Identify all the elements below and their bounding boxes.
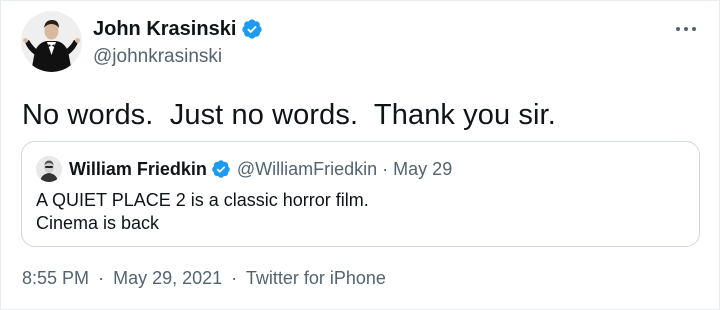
tweet-footer: 8:55 PM · May 29, 2021 · Twitter for iPh… bbox=[22, 267, 386, 289]
quoted-separator: · bbox=[382, 159, 389, 179]
quoted-author-avatar[interactable] bbox=[36, 156, 62, 182]
tweet-date[interactable]: May 29, 2021 bbox=[113, 268, 222, 288]
tweet-text: No words. Just no words. Thank you sir. bbox=[22, 99, 556, 131]
author-avatar[interactable] bbox=[21, 11, 82, 72]
verified-badge-icon bbox=[241, 18, 263, 40]
author-handle[interactable]: @johnkrasinski bbox=[93, 45, 222, 69]
tweet-time[interactable]: 8:55 PM bbox=[22, 268, 89, 288]
footer-separator: · bbox=[231, 268, 238, 288]
author-display-name[interactable]: John Krasinski bbox=[93, 17, 236, 41]
quoted-header: William Friedkin @WilliamFriedkin · May … bbox=[69, 158, 452, 180]
more-options-icon[interactable] bbox=[673, 19, 699, 39]
quoted-text-line: Cinema is back bbox=[36, 213, 160, 233]
quoted-date[interactable]: May 29 bbox=[393, 158, 452, 180]
tweet-card: John Krasinski @johnkrasinski No words. … bbox=[0, 0, 720, 310]
quoted-display-name[interactable]: William Friedkin bbox=[69, 158, 207, 180]
footer-separator: · bbox=[98, 268, 105, 288]
author-name-row: John Krasinski bbox=[93, 17, 263, 41]
quoted-handle[interactable]: @WilliamFriedkin bbox=[237, 158, 377, 180]
quoted-text: A QUIET PLACE 2 is a classic horror film… bbox=[36, 189, 369, 235]
quoted-text-line: A QUIET PLACE 2 is a classic horror film… bbox=[36, 190, 369, 210]
tweet-source[interactable]: Twitter for iPhone bbox=[246, 268, 386, 288]
verified-badge-icon bbox=[211, 159, 231, 179]
quoted-tweet[interactable]: William Friedkin @WilliamFriedkin · May … bbox=[21, 141, 700, 247]
